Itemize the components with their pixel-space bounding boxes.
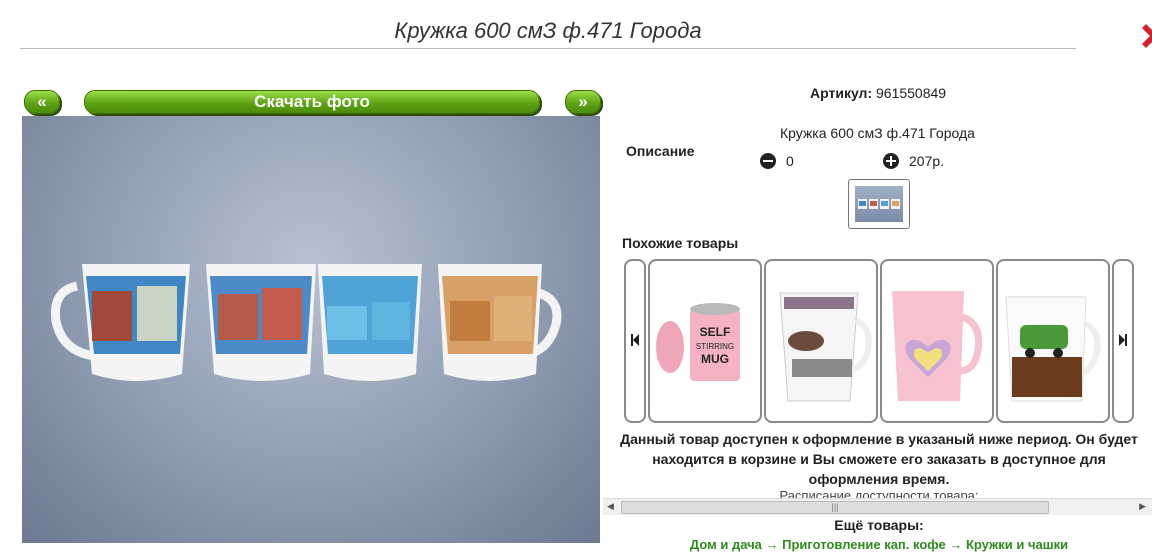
scroll-left-icon[interactable]: ◀ xyxy=(607,501,614,512)
product-photo xyxy=(22,116,600,543)
photo-thumbnail[interactable] xyxy=(848,179,910,229)
similar-item-retro-car-mug[interactable] xyxy=(996,259,1110,423)
quantity-value: 0 xyxy=(786,153,794,169)
svg-text:STIRRING: STIRRING xyxy=(696,342,734,351)
svg-text:SELF: SELF xyxy=(700,325,731,339)
close-icon[interactable] xyxy=(1140,22,1152,50)
description-label: Описание xyxy=(626,143,695,159)
article-label: Артикул: xyxy=(810,85,873,101)
article-value: 961550849 xyxy=(876,85,947,101)
page-title: Кружка 600 смЗ ф.471 Города xyxy=(394,18,702,43)
download-photo-button[interactable]: Скачать фото xyxy=(84,90,540,114)
carousel-next-button[interactable] xyxy=(1112,259,1134,423)
mug-4 xyxy=(438,264,562,381)
scroll-right-icon[interactable]: ▶ xyxy=(1139,501,1146,512)
similar-item-white-mug[interactable] xyxy=(764,259,878,423)
mug-1 xyxy=(50,264,190,381)
mug-2 xyxy=(206,264,316,381)
thumbnail-image xyxy=(855,186,903,222)
white-mug-icon xyxy=(779,292,872,402)
skip-back-icon xyxy=(631,334,639,346)
similar-heading: Похожие товары xyxy=(622,235,739,251)
skip-forward-icon xyxy=(1119,334,1127,346)
more-products-links[interactable]: Дом и дача → Приготовление кап. кофе → К… xyxy=(606,537,1152,552)
next-photo-button[interactable]: » xyxy=(565,90,601,114)
price-value: 207р. xyxy=(909,153,945,169)
title-divider xyxy=(20,48,1076,49)
similar-item-self-stirring-mug[interactable]: SELF STIRRING MUG xyxy=(648,259,762,423)
similar-item-pink-heart-mug[interactable] xyxy=(880,259,994,423)
carousel-prev-button[interactable] xyxy=(624,259,646,423)
more-products-heading: Ещё товары: xyxy=(834,517,924,533)
mugs-image xyxy=(50,264,562,381)
scrollbar-thumb[interactable]: ||| xyxy=(621,501,1049,514)
description-text: Кружка 600 смЗ ф.471 Города xyxy=(780,125,975,141)
mug-3 xyxy=(318,264,422,381)
minus-icon[interactable] xyxy=(760,153,776,169)
self-stirring-mug-icon: SELF STIRRING MUG xyxy=(656,303,740,381)
prev-photo-button[interactable]: « xyxy=(24,90,60,114)
plus-icon[interactable] xyxy=(883,153,899,169)
retro-car-mug-icon xyxy=(1005,296,1101,402)
availability-notice: Данный товар доступен к оформление в ука… xyxy=(620,431,1138,487)
article-row: Артикул: 961550849 xyxy=(810,85,946,101)
svg-text:MUG: MUG xyxy=(701,352,729,366)
horizontal-scrollbar[interactable]: ◀ ||| ▶ xyxy=(603,498,1152,515)
pink-heart-mug-icon xyxy=(892,291,983,401)
